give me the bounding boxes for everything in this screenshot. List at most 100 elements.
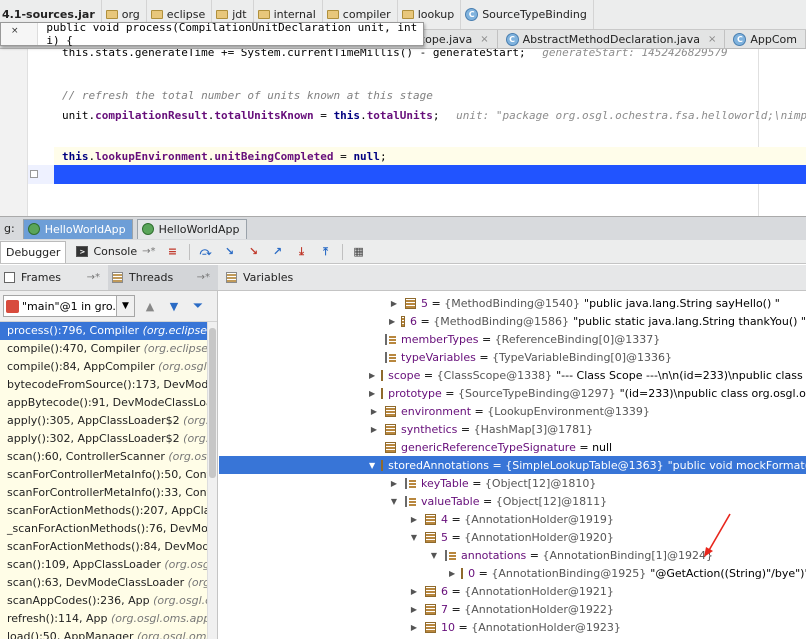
expand-icon[interactable]: ▶ [409, 623, 419, 632]
frames-label: Frames [21, 271, 62, 284]
frame-item[interactable]: scanAppCodes():236, App (org.osgl.oms.a [0, 592, 217, 610]
frame-item[interactable]: refresh():114, App (org.osgl.oms.app) [0, 610, 217, 628]
editor-tab[interactable]: C AbstractMethodDeclaration.java × [498, 30, 726, 48]
variable-row[interactable]: ▶ 6 = {AnnotationHolder@1921} [219, 582, 806, 600]
frame-item[interactable]: scanForActionMethods():84, DevModeCla [0, 538, 217, 556]
frame-item[interactable]: load():50, AppManager (org.osgl.oms.app) [0, 628, 217, 639]
editor-gutter[interactable] [0, 49, 28, 216]
expand-icon[interactable]: ▶ [389, 317, 395, 326]
variable-row[interactable]: typeVariables = {TypeVariableBinding[0]@… [219, 348, 806, 366]
pin-icon[interactable]: →* [142, 246, 155, 257]
variable-row[interactable]: ▶ scope = {ClassScope@1338} "--- Class Sco… [219, 366, 806, 384]
show-execution-point-icon[interactable]: ≡ [166, 245, 180, 259]
frame-item[interactable]: apply():305, AppClassLoader$2 (org.osgl.… [0, 412, 217, 430]
expand-icon[interactable]: ▶ [369, 371, 375, 380]
variable-name: 5 [421, 296, 428, 310]
frame-item[interactable]: scanForControllerMetaInfo():50, Controll… [0, 466, 217, 484]
breadcrumb-label: compiler [342, 8, 391, 21]
variable-row[interactable]: memberTypes = {ReferenceBinding[0]@1337} [219, 330, 806, 348]
console-tab[interactable]: > Console →* [66, 241, 160, 263]
filter-icon[interactable]: ⏷ [191, 299, 205, 313]
frame-item[interactable]: scan():63, DevModeClassLoader (org.osg [0, 574, 217, 592]
thread-select[interactable]: "main"@1 in gro... ▼ [3, 295, 135, 317]
drop-frame-icon[interactable]: ⤓ [295, 245, 309, 259]
equals-sign: = [428, 296, 445, 310]
scrollbar-thumb[interactable] [209, 328, 216, 478]
editor-tab-label: AbstractMethodDeclaration.java [522, 32, 700, 46]
collapse-icon[interactable]: ▼ [429, 551, 439, 560]
pin-icon[interactable]: →* [87, 272, 104, 283]
variable-ref: {ReferenceBinding[0]@1337} [494, 332, 661, 346]
chevron-down-icon[interactable]: ▼ [116, 296, 134, 316]
execution-point-line[interactable] [54, 165, 806, 184]
frame-item[interactable]: compile():470, Compiler (org.eclipse.jdt… [0, 340, 217, 358]
run-to-cursor-icon[interactable]: ⤒ [319, 245, 333, 259]
popup-close-icon[interactable]: × [11, 26, 19, 36]
collapse-icon[interactable]: ▼ [369, 461, 375, 470]
threads-header[interactable]: Threads →* [108, 265, 218, 290]
arrow-up-icon[interactable]: ▲ [143, 299, 157, 313]
variable-row[interactable]: ▶ 10 = {AnnotationHolder@1923} [219, 618, 806, 636]
fold-column [28, 49, 54, 216]
variable-row[interactable]: ▶ prototype = {SourceTypeBinding@1297} "(i… [219, 384, 806, 402]
frame-item[interactable]: compile():84, AppCompiler (org.osgl.oms. [0, 358, 217, 376]
variable-row[interactable]: ▶ keyTable = {Object[12]@1810} [219, 474, 806, 492]
frame-item[interactable]: scanForControllerMetaInfo():33, Controll… [0, 484, 217, 502]
variable-row[interactable]: ▶ 7 = {AnnotationHolder@1922} [219, 600, 806, 618]
frame-item[interactable]: scan():109, AppClassLoader (org.osgl.oms [0, 556, 217, 574]
frame-package: (org.eclipse.jdt.in [142, 324, 217, 337]
expand-icon[interactable]: ▶ [369, 389, 375, 398]
frame-item[interactable]: apply():302, AppClassLoader$2 (org.osgl.… [0, 430, 217, 448]
debugger-toolbar: Debugger > Console →* ≡ ⤼ ↘ ↘ ↗ ⤓ ⤒ ▦ [0, 240, 806, 264]
tab-helloworldapp-2[interactable]: HelloWorldApp [136, 218, 247, 239]
close-icon[interactable]: × [708, 34, 716, 45]
pin-icon[interactable]: →* [197, 272, 214, 283]
close-icon[interactable]: × [480, 34, 488, 45]
frame-item[interactable]: _scanForActionMethods():76, DevModeCla [0, 520, 217, 538]
frames-header[interactable]: Frames →* [0, 265, 108, 290]
variable-row[interactable]: ▶ environment = {LookupEnvironment@1339} [219, 402, 806, 420]
frames-icon [4, 272, 15, 283]
frames-scrollbar[interactable] [207, 322, 217, 639]
frame-item[interactable]: appBytecode():91, DevModeClassLoader [0, 394, 217, 412]
frame-item[interactable]: bytecodeFromSource():173, DevModeCl [0, 376, 217, 394]
breadcrumb-item[interactable]: C SourceTypeBinding [461, 0, 594, 29]
debugger-tab[interactable]: Debugger [0, 240, 67, 263]
expand-icon[interactable]: ▶ [389, 479, 399, 488]
frame-list: process():796, Compiler (org.eclipse.jdt… [0, 322, 217, 639]
collapse-icon[interactable]: ▼ [389, 497, 399, 506]
arrow-down-icon[interactable]: ▼ [167, 299, 181, 313]
expand-icon[interactable]: ▶ [369, 407, 379, 416]
field-icon [381, 387, 384, 399]
collapse-icon[interactable]: ▼ [409, 533, 419, 542]
variable-name: 7 [441, 602, 448, 616]
variable-row[interactable]: ▶ 5 = {MethodBinding@1540} "public java.la… [219, 294, 806, 312]
frame-item[interactable]: process():796, Compiler (org.eclipse.jdt… [0, 322, 217, 340]
variable-row[interactable]: ▶ 0 = {AnnotationBinding@1925} "@GetAction… [219, 564, 806, 582]
frame-item[interactable]: scan():60, ControllerScanner (org.osgl.o… [0, 448, 217, 466]
step-into-icon[interactable]: ↘ [223, 245, 237, 259]
variable-row[interactable]: ▼ storedAnnotations = {SimpleLookupTable@… [219, 456, 806, 474]
variable-row[interactable]: ▶ synthetics = {HashMap[3]@1781} [219, 420, 806, 438]
editor-tab[interactable]: C AppCom [725, 30, 806, 48]
force-step-into-icon[interactable]: ↘ [247, 245, 261, 259]
variable-ref: {SimpleLookupTable@1363} [505, 458, 664, 472]
execution-marker-icon[interactable] [30, 170, 38, 178]
variable-row[interactable]: ▼ valueTable = {Object[12]@1811} [219, 492, 806, 510]
tab-helloworldapp-1[interactable]: HelloWorldApp [22, 218, 133, 239]
frame-item[interactable]: scanForActionMethods():207, AppClassLoa [0, 502, 217, 520]
variables-header[interactable]: Variables [218, 265, 297, 290]
variable-name: 4 [441, 512, 448, 526]
expand-icon[interactable]: ▶ [409, 587, 419, 596]
code-editor[interactable]: this.stats.generateTime += System.curren… [0, 49, 806, 216]
variable-row[interactable]: genericReferenceTypeSignature = null [219, 438, 806, 456]
expand-icon[interactable]: ▶ [409, 605, 419, 614]
expand-icon[interactable]: ▶ [369, 425, 379, 434]
variable-row[interactable]: ▶ 6 = {MethodBinding@1586} "public static … [219, 312, 806, 330]
step-over-icon[interactable]: ⤼ [199, 245, 213, 259]
evaluate-expression-icon[interactable]: ▦ [352, 245, 366, 259]
expand-icon[interactable]: ▶ [449, 569, 455, 578]
expand-icon[interactable]: ▶ [389, 299, 399, 308]
expand-icon[interactable]: ▶ [409, 515, 419, 524]
step-out-icon[interactable]: ↗ [271, 245, 285, 259]
